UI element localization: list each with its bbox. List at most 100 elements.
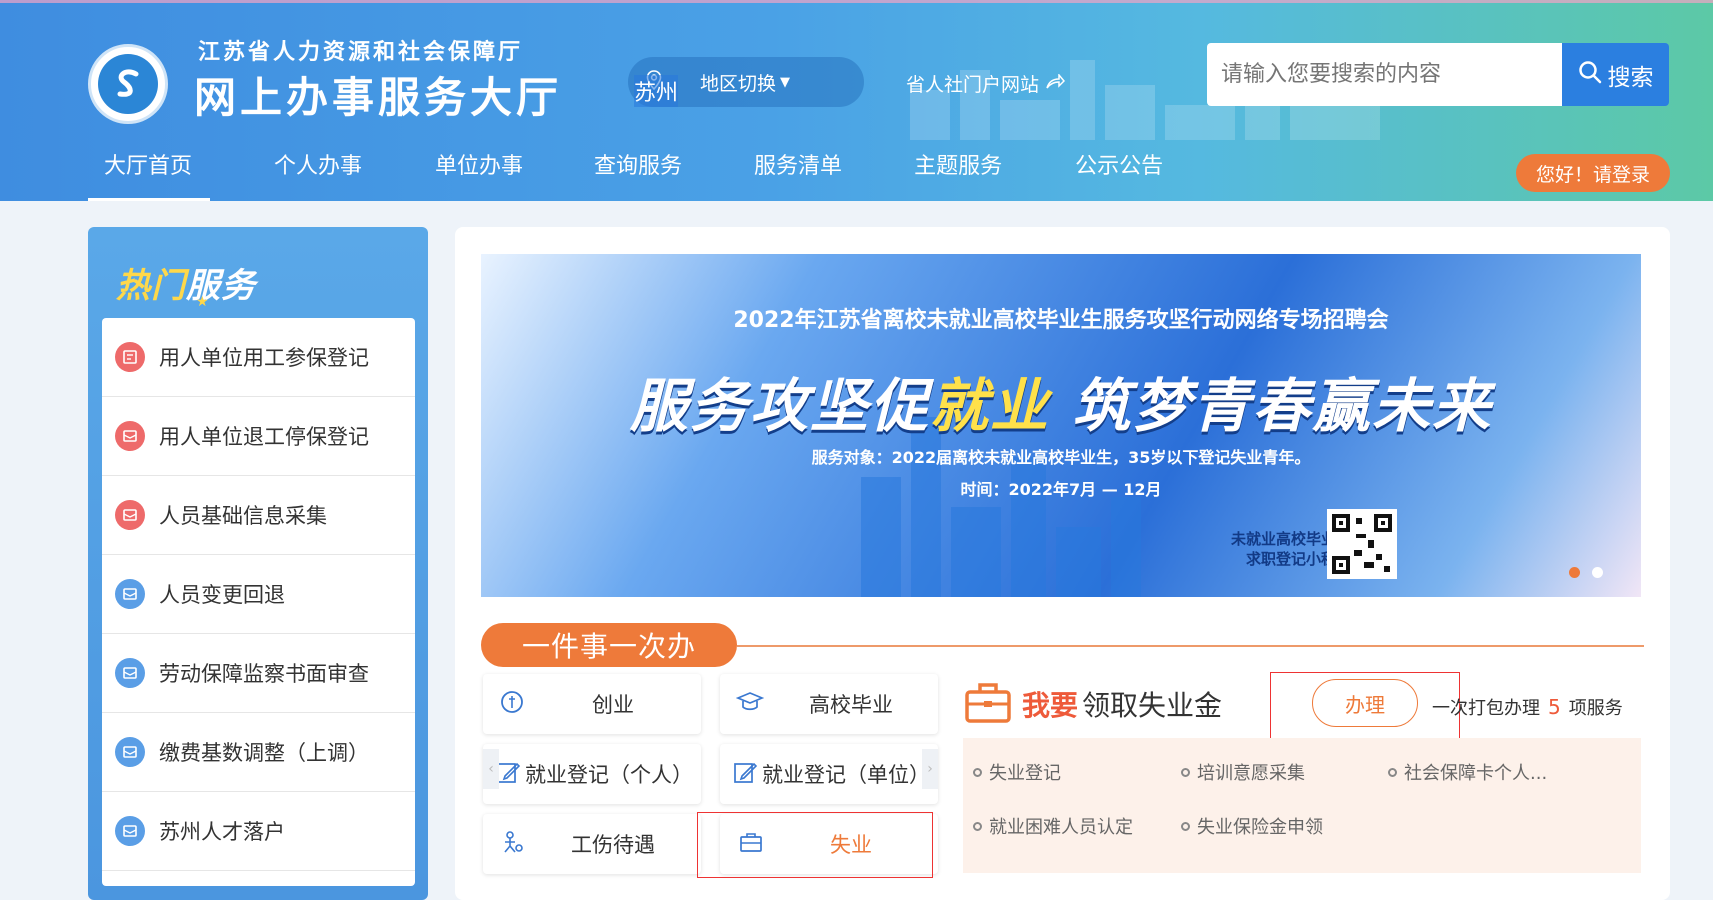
- hot-service-item[interactable]: 用人单位用工参保登记: [102, 318, 415, 397]
- pack-count: 5: [1548, 695, 1561, 719]
- nav-home[interactable]: 大厅首页: [88, 145, 210, 201]
- hot-service-item[interactable]: 苏州人才落户: [102, 792, 415, 871]
- qr-code-icon: [1327, 509, 1397, 579]
- category-label: 就业登记（个人）: [525, 763, 693, 787]
- bullet-circle-icon: [1181, 821, 1190, 831]
- header-top-line: [0, 0, 1713, 3]
- mini-line-1: 未就业高校毕业生: [1230, 530, 1351, 548]
- service-item[interactable]: 失业登记: [973, 759, 1061, 785]
- carousel-dot[interactable]: [1569, 567, 1580, 578]
- pack-suffix: 项服务: [1568, 698, 1623, 719]
- hot-service-item[interactable]: 人员基础信息采集: [102, 476, 415, 555]
- search-button[interactable]: 搜索: [1562, 43, 1669, 106]
- banner-carousel[interactable]: 2022年江苏省离校未就业高校毕业生服务攻坚行动网络专场招聘会 服务攻坚促就业 …: [481, 254, 1641, 597]
- headline-highlight: 就业: [929, 372, 1050, 440]
- site-header: 江苏省人力资源和社会保障厅 网上办事服务大厅 苏州 地区切换 ▼ 省人社门户网站…: [0, 0, 1713, 201]
- category-graduate[interactable]: 高校毕业: [720, 674, 938, 734]
- hot-service-item[interactable]: 人员变更回退: [102, 555, 415, 634]
- scroll-right-icon[interactable]: ›: [922, 749, 938, 789]
- carousel-dot[interactable]: [1592, 567, 1603, 578]
- pack-summary: 一次打包办理 5 项服务: [1432, 694, 1623, 720]
- hot-title-a: 热门: [116, 266, 186, 306]
- banner-target: 服务对象：2022届离校未就业高校毕业生，35岁以下登记失业青年。: [811, 448, 1311, 467]
- want-heading: 我要 领取失业金: [964, 680, 1222, 728]
- banner-subtitle: 2022年江苏省离校未就业高校毕业生服务攻坚行动网络专场招聘会: [733, 308, 1389, 333]
- bullet-circle-icon: [1388, 767, 1397, 777]
- entrepreneurship-icon: [499, 689, 525, 720]
- carousel-dots: [1569, 567, 1603, 578]
- search-input[interactable]: [1207, 43, 1562, 106]
- login-button[interactable]: 您好！请登录: [1516, 154, 1670, 192]
- category-entrepreneurship[interactable]: 创业: [483, 674, 701, 734]
- mini-line-2: 求职登记小程序: [1245, 550, 1351, 568]
- bullet-circle-icon: [973, 821, 982, 831]
- nav-unit[interactable]: 单位办事: [435, 145, 523, 201]
- document-icon: [115, 500, 145, 530]
- hot-service-item[interactable]: 用人单位退工停保登记: [102, 397, 415, 476]
- nav-themes[interactable]: 主题服务: [914, 145, 1002, 201]
- want-prefix: 我要: [1022, 689, 1079, 722]
- service-item[interactable]: 培训意愿采集: [1181, 759, 1305, 785]
- hot-service-item[interactable]: 劳动保障监察书面审查: [102, 634, 415, 713]
- hot-service-label: 人员变更回退: [159, 583, 285, 607]
- category-label: 高校毕业: [809, 693, 893, 717]
- headline-part-a: 服务攻坚促: [629, 372, 930, 440]
- hot-service-label: 人员基础信息采集: [159, 504, 327, 528]
- document-icon: [115, 579, 145, 609]
- hot-service-label: 苏州人才落户: [159, 820, 285, 844]
- headline-part-c: 筑梦青春赢未来: [1049, 372, 1493, 440]
- category-label: 就业登记（单位）: [762, 763, 930, 787]
- hot-services-list: 用人单位用工参保登记 用人单位退工停保登记 人员基础信息采集 人员变更回退 劳动…: [102, 318, 415, 886]
- selection-highlight-box: [697, 812, 933, 878]
- bullet-circle-icon: [1181, 767, 1190, 777]
- document-icon: [115, 658, 145, 688]
- service-label: 培训意愿采集: [1197, 763, 1305, 784]
- mini-program-caption: 未就业高校毕业生 求职登记小程序: [1171, 529, 1351, 569]
- building-decoration: [951, 507, 1001, 597]
- document-icon: [115, 816, 145, 846]
- once-tab[interactable]: 一件事一次办: [481, 623, 737, 667]
- search-icon: [1578, 60, 1602, 90]
- graduation-cap-icon: [735, 689, 765, 720]
- caret-down-icon: ▼: [780, 74, 791, 90]
- injury-person-icon: [499, 829, 525, 860]
- hot-service-label: 用人单位用工参保登记: [159, 346, 369, 370]
- search-button-label: 搜索: [1607, 64, 1654, 91]
- banner-headline: 服务攻坚促就业 筑梦青春赢未来: [481, 359, 1641, 443]
- city-selector[interactable]: 苏州 地区切换 ▼: [628, 57, 864, 107]
- nav-service-list[interactable]: 服务清单: [754, 145, 842, 201]
- logo-emblem-icon: [98, 54, 158, 114]
- section-divider: [737, 645, 1644, 647]
- hot-service-label: 用人单位退工停保登记: [159, 425, 369, 449]
- service-item[interactable]: 社会保障卡个人...: [1388, 759, 1547, 785]
- ministry-logo[interactable]: [88, 44, 168, 124]
- service-item[interactable]: 失业保险金申领: [1181, 813, 1323, 839]
- briefcase-icon: [964, 680, 1012, 728]
- hot-service-label: 劳动保障监察书面审查: [159, 662, 369, 686]
- document-icon: [115, 421, 145, 451]
- nav-query[interactable]: 查询服务: [594, 145, 682, 201]
- hot-service-item[interactable]: 缴费基数调整（上调）: [102, 713, 415, 792]
- category-employment-personal[interactable]: 就业登记（个人）: [483, 744, 701, 804]
- main-nav: 大厅首页 个人办事 单位办事 查询服务 服务清单 主题服务 公示公告: [88, 145, 1163, 201]
- service-item[interactable]: 就业困难人员认定: [973, 813, 1133, 839]
- nav-personal[interactable]: 个人办事: [274, 145, 362, 201]
- service-label: 就业困难人员认定: [989, 817, 1133, 838]
- share-arrow-icon: [1045, 72, 1066, 95]
- star-icon: ★: [196, 294, 210, 310]
- pack-prefix: 一次打包办理: [1432, 698, 1540, 719]
- scroll-left-icon[interactable]: ‹: [483, 749, 499, 789]
- region-switch-button[interactable]: 地区切换: [700, 69, 776, 96]
- bullet-circle-icon: [973, 767, 982, 777]
- nav-announcements[interactable]: 公示公告: [1075, 145, 1163, 201]
- service-label: 失业保险金申领: [1197, 817, 1323, 838]
- hot-service-label: 缴费基数调整（上调）: [159, 741, 369, 765]
- document-icon: [115, 737, 145, 767]
- service-label: 社会保障卡个人...: [1404, 763, 1548, 784]
- portal-link[interactable]: 省人社门户网站: [906, 70, 1066, 97]
- registration-icon: [115, 342, 145, 372]
- edit-form-icon: [732, 759, 758, 790]
- category-injury[interactable]: 工伤待遇: [483, 814, 701, 874]
- category-label: 工伤待遇: [571, 833, 655, 857]
- category-employment-unit[interactable]: 就业登记（单位）: [720, 744, 938, 804]
